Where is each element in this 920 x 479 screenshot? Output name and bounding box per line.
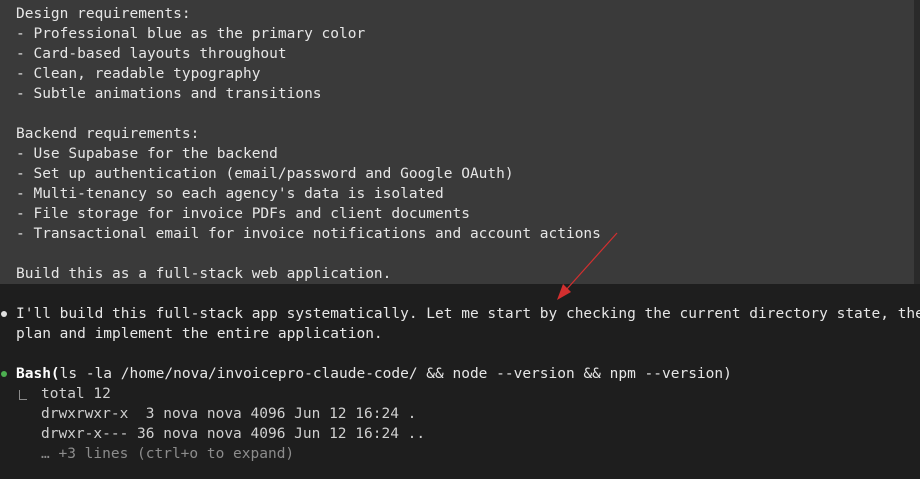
prompt-line: Design requirements: <box>16 6 191 22</box>
prompt-line: - Professional blue as the primary color <box>16 26 366 42</box>
tool-status-bullet-icon <box>1 371 7 377</box>
prompt-line: - File storage for invoice PDFs and clie… <box>16 206 470 222</box>
prompt-line: Build this as a full-stack web applicati… <box>16 266 392 282</box>
tool-output-line: total 12 <box>41 386 111 402</box>
prompt-line: - Card-based layouts throughout <box>16 46 287 62</box>
assistant-message-line: plan and implement the entire applicatio… <box>16 326 383 342</box>
tool-command: ls -la /home/nova/invoicepro-claude-code… <box>59 366 732 382</box>
prompt-line: - Subtle animations and transitions <box>16 86 322 102</box>
expand-output-hint[interactable]: … +3 lines (ctrl+o to expand) <box>41 444 294 464</box>
output-connector-icon <box>19 390 27 400</box>
prompt-line: - Transactional email for invoice notifi… <box>16 226 601 242</box>
prompt-line: - Use Supabase for the backend <box>16 146 278 162</box>
prompt-line: - Multi-tenancy so each agency's data is… <box>16 186 444 202</box>
assistant-message-line: I'll build this full-stack app systemati… <box>16 306 920 322</box>
tool-name: Bash( <box>16 366 60 382</box>
prompt-line: - Clean, readable typography <box>16 66 261 82</box>
prompt-line: Backend requirements: <box>16 126 200 142</box>
tool-call-header[interactable]: Bash(ls -la /home/nova/invoicepro-claude… <box>16 364 732 384</box>
tool-output-line: drwxrwxr-x 3 nova nova 4096 Jun 12 16:24… <box>41 406 417 422</box>
message-bullet-icon <box>1 311 7 317</box>
user-prompt-block: Design requirements: - Professional blue… <box>0 0 914 284</box>
tool-output-line: drwxr-x--- 36 nova nova 4096 Jun 12 16:2… <box>41 426 426 442</box>
prompt-line: - Set up authentication (email/password … <box>16 166 514 182</box>
scrollbar[interactable] <box>914 0 920 284</box>
